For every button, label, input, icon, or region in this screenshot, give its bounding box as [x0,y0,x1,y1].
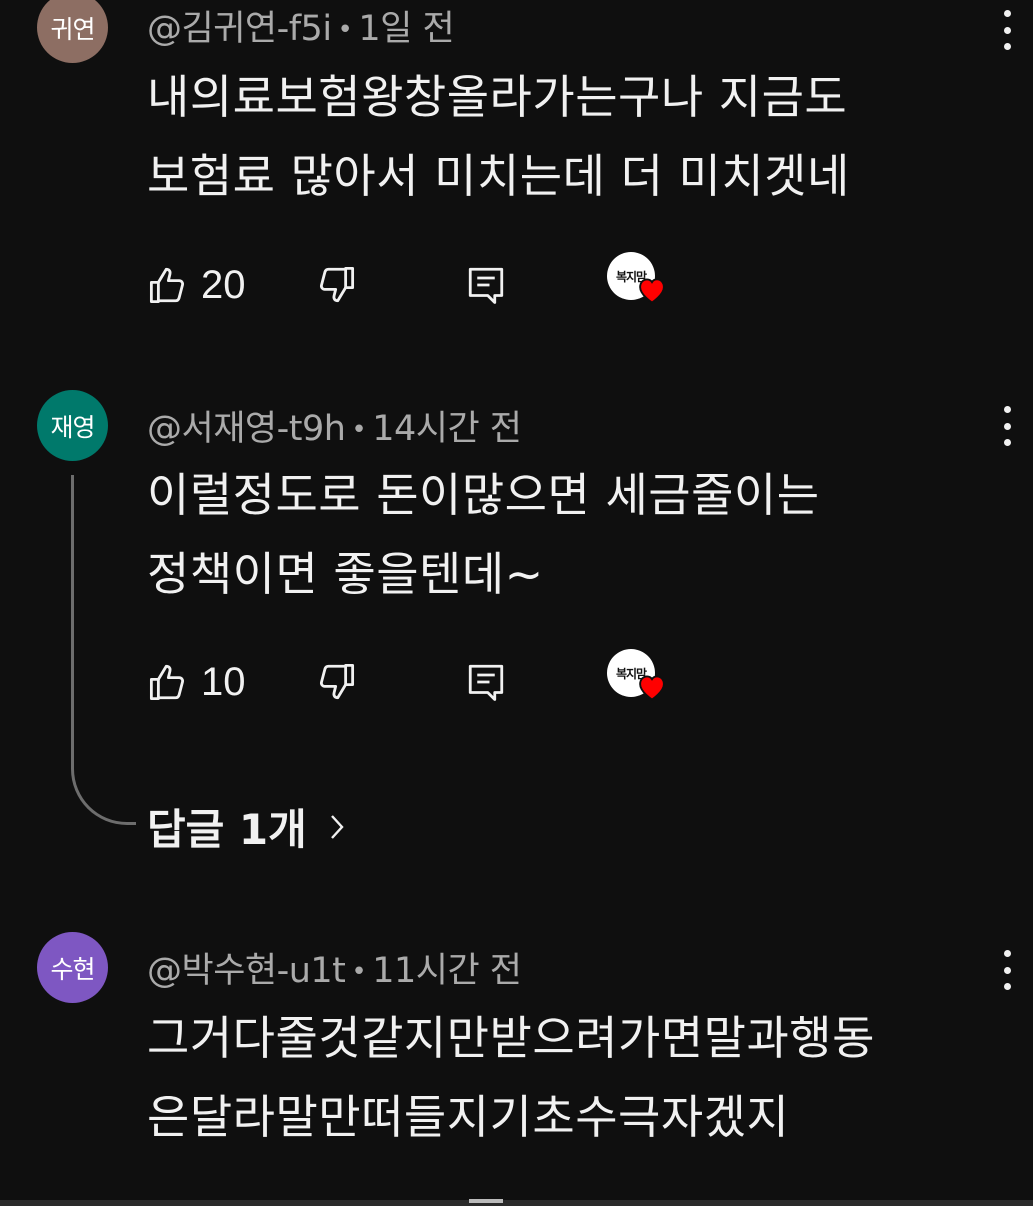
reply-button[interactable] [465,260,507,310]
thumb-up-icon [149,267,185,304]
bottom-edge [0,1200,1033,1206]
comment-text: 이럴정도로 돈이많으면 세금줄이는 정책이면 좋을텐데~ [147,468,820,601]
more-vert-icon[interactable] [995,406,1019,446]
meta-separator: • [351,415,367,445]
author-handle[interactable]: @박수현-u1t [147,951,346,991]
comment-time[interactable]: 11시간 전 [372,951,522,991]
like-count: 20 [201,262,246,307]
meta-separator: • [337,15,353,45]
creator-heart-icon [639,278,665,304]
reply-button[interactable] [465,657,507,707]
comment-meta: @서재영-t9h • 14시간 전 [147,400,522,451]
like-button[interactable]: 20 [147,260,246,310]
more-vert-icon[interactable] [995,10,1019,50]
thread-line [71,475,136,825]
author-handle[interactable]: @서재영-t9h [147,409,346,449]
comment-actions: 20 복지맘 [147,252,707,310]
author-handle[interactable]: @김귀연-f5i [147,9,332,49]
avatar[interactable]: 귀연 [37,0,108,63]
reply-icon [468,664,504,701]
thumb-down-icon [319,266,355,303]
reply-icon [468,267,504,304]
comment-time[interactable]: 1일 전 [358,9,454,49]
comment-text: 내의료보험왕창올라가는구나 지금도 보험료 많아서 미치는데 더 미치겟네 [147,70,850,203]
comment-meta: @박수현-u1t • 11시간 전 [147,942,522,993]
creator-heart: 복지맘 [607,252,671,316]
creator-heart: 복지맘 [607,649,671,713]
comment-text: 그거다줄것같지만받으려가면말과행동 은달라말만떠들지기초수극자겠지 [147,1011,875,1144]
avatar[interactable]: 재영 [37,390,108,461]
thumb-up-icon [149,664,185,701]
meta-separator: • [351,957,367,987]
comment-actions: 10 복지맘 [147,649,707,707]
comment-time[interactable]: 14시간 전 [372,409,522,449]
like-button[interactable]: 10 [147,657,246,707]
next-reply-icon-peek [469,1199,503,1203]
replies-label: 답글 1개 [147,805,307,854]
view-replies-button[interactable]: 답글 1개 [147,796,345,857]
dislike-button[interactable] [315,260,357,310]
thumb-down-icon [319,663,355,700]
like-count: 10 [201,659,246,704]
more-vert-icon[interactable] [995,950,1019,990]
dislike-button[interactable] [315,657,357,707]
chevron-right-icon [330,814,344,839]
comment-meta: @김귀연-f5i • 1일 전 [147,0,455,51]
avatar[interactable]: 수현 [37,932,108,1003]
creator-heart-icon [639,675,665,701]
